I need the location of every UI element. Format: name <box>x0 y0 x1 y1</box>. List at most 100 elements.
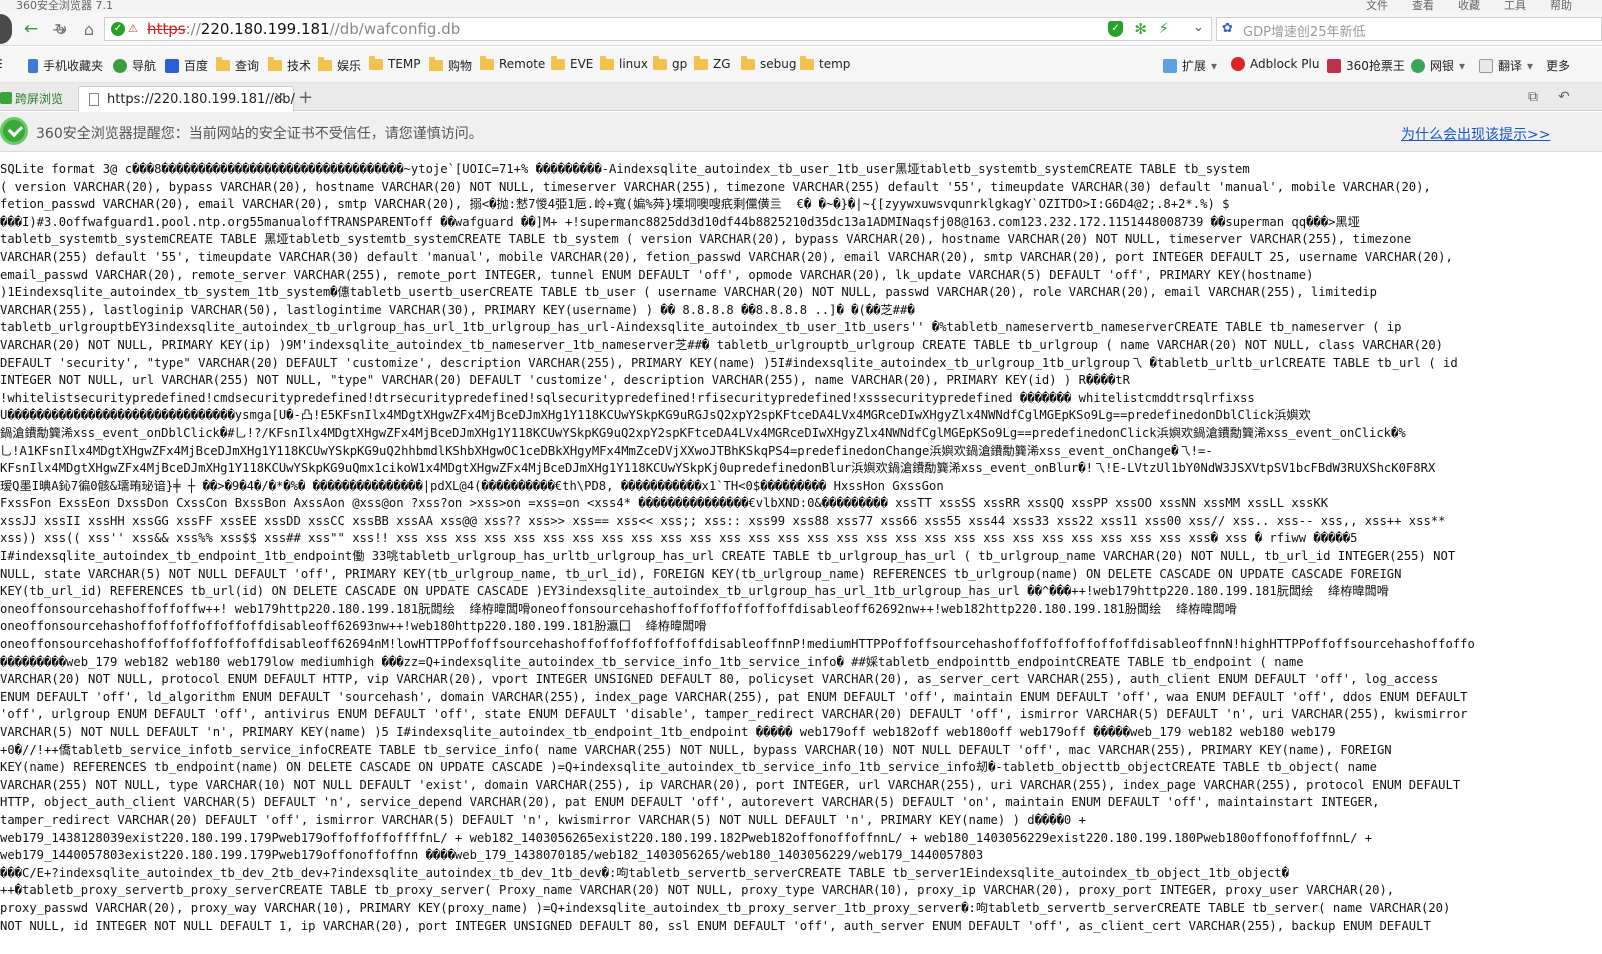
content-line: ���������web_179 web182 web180 web179low… <box>0 654 1304 669</box>
bookmark-label: sebug <box>760 57 797 71</box>
refresh-icon[interactable]: ✻ <box>1134 20 1147 38</box>
bookmark-label: gp <box>672 57 688 71</box>
bookmark-folder-remote[interactable]: Remote <box>480 55 545 71</box>
grid-icon <box>1163 58 1177 73</box>
folder-icon <box>741 55 755 70</box>
bookmark-folder-zg[interactable]: ZG <box>694 55 731 71</box>
content-line: INTEGER NOT NULL, url VARCHAR(255) NOT N… <box>0 373 1130 388</box>
broken-lock-icon[interactable]: ⚠ <box>128 22 140 36</box>
content-line: web179_1440057803exist220.180.199.179Pwe… <box>0 848 984 863</box>
content-line: KEY(tb_url_id) REFERENCES tb_url(id) ON … <box>0 584 1389 599</box>
window-title: 360安全浏览器 7.1 <box>16 0 113 12</box>
content-line: )1Eindexsqlite_autoindex_tb_system_1tb_s… <box>0 285 1377 300</box>
bookmark-folder-query[interactable]: 查询 <box>216 57 259 74</box>
bookmark-folder-eve[interactable]: EVE <box>551 55 594 71</box>
shield-icon[interactable]: ✓ <box>1108 21 1123 37</box>
bookmark-label: 更多 <box>1546 59 1571 73</box>
bookmark-label: 娱乐 <box>337 59 362 73</box>
bookmark-navigation[interactable]: 导航 <box>113 57 156 74</box>
bookmark-folder-gp[interactable]: gp <box>653 55 688 71</box>
bookmark-label: 网银 <box>1430 59 1455 73</box>
content-line: tabletb_urlgrouptbEY3indexsqlite_autoind… <box>0 320 1402 335</box>
bookmark-label: EVE <box>570 57 594 71</box>
baidu-icon <box>165 58 179 73</box>
content-line: xssJJ xssII xssHH xssGG xssFF xssEE xssD… <box>0 513 1446 528</box>
folder-icon <box>369 55 383 70</box>
bookmark-folder-temp-upper[interactable]: TEMP <box>369 55 421 71</box>
bank-extension[interactable]: 网银 ▾ <box>1411 57 1465 74</box>
bookmark-mobile-favorites[interactable]: 手机收藏夹 <box>28 57 103 74</box>
translate-icon <box>1479 58 1493 73</box>
content-line: U�������������������������������ysmga[U�… <box>0 408 1311 423</box>
address-input[interactable]: ✓ ⚠ https://220.180.199.181//db/wafconfi… <box>104 17 1212 41</box>
extensions-button[interactable]: 扩展 ▾ <box>1163 57 1217 74</box>
content-line: 乚!A1KFsnIlx4MDgtXHgwZFx4MjBceDJmXHg1Y118… <box>0 443 1213 458</box>
bookmark-label: 导航 <box>132 59 157 73</box>
bookmark-folder-tech[interactable]: 技术 <box>268 57 311 74</box>
menu-item-help[interactable]: 帮助 <box>1550 0 1572 12</box>
search-input[interactable]: ✿ GDP增速创25年新低 <box>1216 17 1602 41</box>
content-line: VARCHAR(20) NOT NULL, PRIMARY KEY(ip) )9… <box>0 337 1443 352</box>
adblock-extension[interactable]: Adblock Plu <box>1231 57 1319 71</box>
content-line: NOT NULL, id INTEGER NOT NULL DEFAULT 1,… <box>0 918 1431 933</box>
bookmark-label: TEMP <box>388 57 421 71</box>
content-line: web179_1438128039exist220.180.199.179Pwe… <box>0 830 1373 845</box>
restore-tab-icon[interactable]: ⧉ <box>1528 89 1538 105</box>
reload-button[interactable]: ↻ <box>50 19 72 39</box>
menu-item-file[interactable]: 文件 <box>1366 0 1388 12</box>
bookmark-folder-entertainment[interactable]: 娱乐 <box>318 57 361 74</box>
bookmark-label: temp <box>819 57 851 71</box>
folder-icon <box>694 55 708 70</box>
close-icon[interactable]: ✕ <box>273 90 285 106</box>
bookmark-label: 翻译 <box>1498 59 1523 73</box>
content-line: !whitelistsecuritypredefined!cmdsecurity… <box>0 390 1255 405</box>
bank-icon <box>1411 58 1425 73</box>
bookmark-bar-menu[interactable]: ☰ <box>0 57 3 71</box>
url-text[interactable]: https://220.180.199.181//db/wafconfig.db <box>147 20 460 38</box>
menu-item-view[interactable]: 查看 <box>1412 0 1434 12</box>
folder-icon <box>216 57 230 71</box>
ticket-icon <box>1327 58 1341 73</box>
bookmark-label: 购物 <box>448 59 473 73</box>
menu-item-tools[interactable]: 工具 <box>1504 0 1526 12</box>
menu-bar: 文件 查看 收藏 工具 帮助 <box>1366 0 1572 12</box>
chevron-down-icon[interactable]: ⌄ <box>1193 20 1207 35</box>
search-placeholder: GDP增速创25年新低 <box>1243 25 1366 40</box>
back-button[interactable]: ← <box>20 19 42 39</box>
baidu-paw-icon[interactable]: ✿ <box>1222 21 1238 37</box>
cross-screen-browse-button[interactable]: 跨屏浏览 <box>0 87 63 109</box>
folder-icon <box>551 55 565 70</box>
folder-icon <box>653 55 667 70</box>
home-button[interactable]: ⌂ <box>78 19 100 39</box>
chevron-down-icon: ▾ <box>1211 58 1218 73</box>
bookmark-baidu[interactable]: 百度 <box>165 57 208 74</box>
bookmark-label: Adblock Plu <box>1250 57 1320 71</box>
content-line: 'off', urlgroup ENUM DEFAULT 'off', anti… <box>0 707 1468 722</box>
bookmark-folder-sebug[interactable]: sebug <box>741 55 797 71</box>
chevron-down-icon: ▾ <box>1527 58 1534 73</box>
more-extensions[interactable]: 更多 <box>1546 57 1570 74</box>
bookmark-folder-temp[interactable]: temp <box>800 55 851 71</box>
avatar[interactable] <box>0 14 12 44</box>
bookmark-label: ZG <box>713 57 731 71</box>
folder-icon <box>268 57 282 71</box>
content-line: tamper_redirect VARCHAR(20) DEFAULT 'off… <box>0 812 1086 827</box>
bookmark-folder-shopping[interactable]: 购物 <box>429 57 472 74</box>
compass-icon <box>113 58 127 73</box>
ticket-extension[interactable]: 360抢票王 <box>1327 57 1405 74</box>
why-warning-link[interactable]: 为什么会出现该提示>> <box>1401 124 1550 144</box>
undo-close-icon[interactable]: ↶ <box>1558 89 1570 105</box>
translate-extension[interactable]: 翻译 ▾ <box>1479 57 1533 74</box>
bookmark-label: 查询 <box>235 59 260 73</box>
bookmark-folder-linux[interactable]: linux <box>600 55 648 71</box>
folder-icon <box>429 57 443 71</box>
lightning-icon[interactable]: ⚡ <box>1158 19 1169 37</box>
menu-item-favorites[interactable]: 收藏 <box>1458 0 1480 12</box>
tab-label: https://220.180.199.181//db/ <box>107 92 295 107</box>
new-tab-button[interactable]: + <box>298 87 313 108</box>
check-shield-icon <box>0 117 28 145</box>
content-line: ++�tabletb_proxy_servertb_proxy_serverCR… <box>0 883 1395 898</box>
tab-active[interactable]: https://220.180.199.181//db/ ✕ <box>78 86 295 112</box>
tab-bar: 跨屏浏览 https://220.180.199.181//db/ ✕ + ⧉ … <box>0 83 1602 112</box>
content-line: VARCHAR(20) NOT NULL, protocol ENUM DEFA… <box>0 672 1439 687</box>
